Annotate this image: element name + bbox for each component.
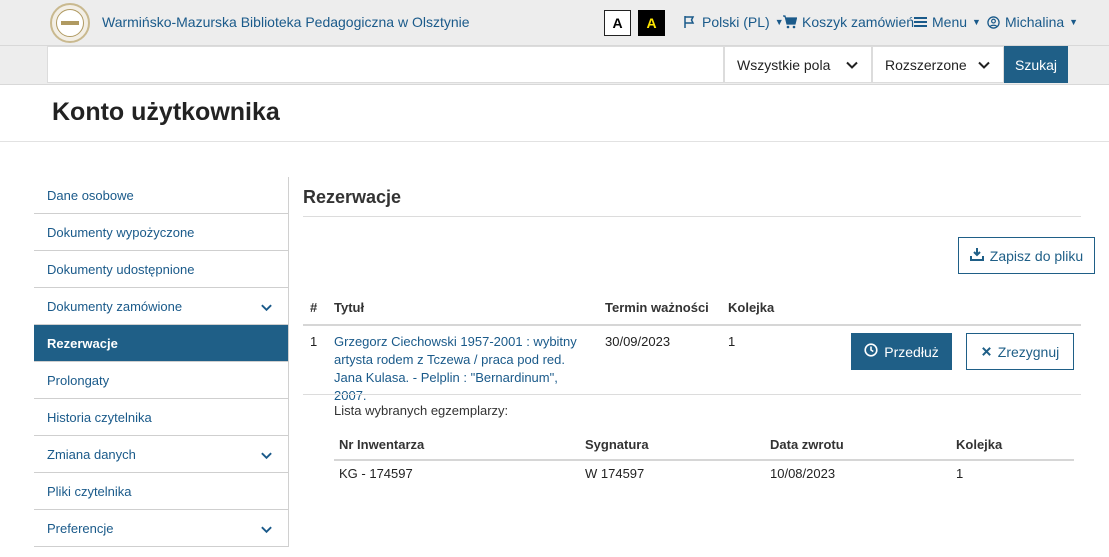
divider [303, 324, 1081, 326]
copies-list-label: Lista wybranych egzemplarzy: [334, 403, 509, 418]
sidebar-item-label: Dane osobowe [47, 187, 134, 203]
copy-queue: 1 [956, 466, 964, 481]
sidebar-item-label: Preferencje [47, 520, 114, 536]
search-bar: Wszystkie pola Rozszerzone Szukaj [0, 46, 1109, 85]
sidebar-item-change-data[interactable]: Zmiana danych [34, 436, 289, 473]
extend-button[interactable]: Przedłuż [851, 333, 952, 370]
save-to-file-button[interactable]: Zapisz do pliku [958, 237, 1095, 274]
close-icon [981, 344, 992, 360]
user-dropdown[interactable]: Michalina ▼ [987, 14, 1078, 30]
copy-inventory-number: KG - 174597 [339, 466, 413, 481]
search-mode-select[interactable]: Rozszerzone [872, 46, 1004, 83]
caret-down-icon: ▼ [1069, 17, 1079, 27]
extend-label: Przedłuż [884, 343, 939, 360]
sidebar-item-borrowed[interactable]: Dokumenty wypożyczone [34, 214, 289, 251]
reservation-expiry: 30/09/2023 [605, 334, 671, 349]
download-icon [969, 247, 984, 264]
sidebar-item-label: Dokumenty wypożyczone [47, 224, 195, 240]
account-sidebar: Dane osobowe Dokumenty wypożyczone Dokum… [34, 177, 289, 547]
search-button[interactable]: Szukaj [1004, 46, 1068, 83]
menu-label: Menu [932, 14, 968, 30]
column-header-inventory: Nr Inwentarza [339, 437, 425, 452]
language-label: Polski (PL) [702, 14, 770, 30]
sidebar-item-label: Dokumenty zamówione [47, 298, 183, 314]
cancel-label: Zrezygnuj [997, 343, 1060, 360]
search-field-select[interactable]: Wszystkie pola [724, 46, 872, 83]
sidebar-item-label: Historia czytelnika [47, 409, 152, 425]
column-header-expiry: Termin ważności [605, 300, 709, 315]
sidebar-divider [288, 177, 289, 547]
column-header-signature: Sygnatura [585, 437, 649, 452]
column-header-queue: Kolejka [728, 300, 775, 315]
chevron-down-icon [260, 301, 273, 317]
chevron-down-icon [260, 449, 273, 465]
sidebar-item-personal-data[interactable]: Dane osobowe [34, 177, 289, 214]
search-mode-value: Rozszerzone [885, 56, 967, 73]
sidebar-item-label: Prolongaty [47, 372, 110, 388]
sidebar-item-preferences[interactable]: Preferencje [34, 510, 289, 547]
search-field-value: Wszystkie pola [737, 56, 831, 73]
flag-icon [683, 15, 697, 29]
copy-return-date: 10/08/2023 [770, 466, 836, 481]
sidebar-item-renewals[interactable]: Prolongaty [34, 362, 289, 399]
caret-down-icon: ▼ [972, 17, 981, 27]
section-title: Rezerwacje [303, 187, 402, 207]
chevron-down-icon [977, 58, 991, 75]
clock-icon [864, 343, 878, 360]
divider [303, 216, 1081, 217]
language-dropdown[interactable]: Polski (PL) ▼ [683, 14, 784, 30]
user-label: Michalina [1005, 14, 1065, 30]
column-header-return-date: Data zwrotu [770, 437, 844, 452]
sidebar-item-shared[interactable]: Dokumenty udostępnione [34, 251, 289, 288]
copy-signature: W 174597 [585, 466, 645, 481]
contrast-high-button[interactable]: A [638, 10, 665, 36]
column-header-queue: Kolejka [956, 437, 1003, 452]
sidebar-item-label: Pliki czytelnika [47, 483, 132, 499]
menu-dropdown[interactable]: Menu ▼ [914, 14, 981, 30]
sidebar-item-label: Dokumenty udostępnione [47, 261, 195, 277]
save-to-file-label: Zapisz do pliku [989, 247, 1084, 264]
cancel-reservation-button[interactable]: Zrezygnuj [966, 333, 1074, 370]
cart-link[interactable]: Koszyk zamówień [782, 14, 914, 30]
row-index: 1 [310, 334, 318, 349]
column-header-title: Tytuł [334, 300, 365, 315]
hamburger-icon [914, 16, 927, 28]
cart-icon [782, 15, 797, 29]
sidebar-item-label: Rezerwacje [47, 335, 118, 351]
cart-label: Koszyk zamówień [802, 14, 915, 30]
search-input[interactable] [47, 46, 724, 83]
divider [334, 459, 1074, 461]
page-title: Konto użytkownika [52, 98, 280, 126]
top-bar: Warmińsko-Mazurska Biblioteka Pedagogicz… [0, 0, 1109, 46]
divider [303, 394, 1081, 395]
reservation-queue: 1 [728, 334, 736, 349]
column-header-index: # [310, 300, 318, 315]
library-logo[interactable] [50, 3, 90, 43]
sidebar-item-reservations[interactable]: Rezerwacje [34, 325, 289, 362]
chevron-down-icon [845, 58, 859, 75]
chevron-down-icon [260, 523, 273, 539]
sidebar-item-label: Zmiana danych [47, 446, 136, 462]
divider [0, 141, 1109, 142]
sidebar-item-history[interactable]: Historia czytelnika [34, 399, 289, 436]
sidebar-item-ordered[interactable]: Dokumenty zamówione [34, 288, 289, 325]
sidebar-item-files[interactable]: Pliki czytelnika [34, 473, 289, 510]
user-circle-icon [987, 15, 1000, 29]
site-title-link[interactable]: Warmińsko-Mazurska Biblioteka Pedagogicz… [102, 14, 470, 30]
contrast-normal-button[interactable]: A [604, 10, 631, 36]
